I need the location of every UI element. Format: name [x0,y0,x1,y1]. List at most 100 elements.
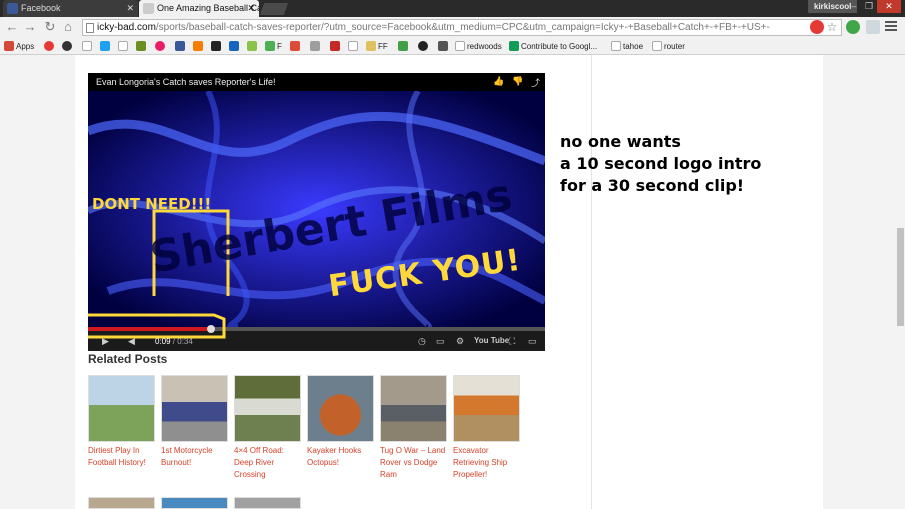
bookmark-item[interactable] [155,40,167,53]
youtube-logo-icon[interactable]: You Tube [474,335,509,347]
post-title-link[interactable]: 1st Motorcycle Burnout! [161,445,228,469]
captions-icon[interactable]: ▭ [436,335,445,347]
extension-icon[interactable] [810,20,824,34]
bookmark-item[interactable] [82,40,94,53]
related-posts-heading: Related Posts [88,352,168,366]
page-info-icon[interactable] [86,23,94,33]
note-line: a 10 second logo intro [560,154,762,173]
bookmark-item[interactable] [247,40,259,53]
watch-later-icon[interactable]: ◷ [418,335,426,347]
play-icon[interactable]: ▶ [102,335,109,347]
minimize-button[interactable]: – [847,0,861,13]
maximize-button[interactable]: ❐ [862,0,876,13]
time-display: 0:09 / 0:34 [155,337,193,346]
thumbs-up-icon[interactable]: 👍 [493,76,504,87]
scrollbar-thumb[interactable] [897,228,904,326]
tab-title: One Amazing Baseball Catc [157,3,259,13]
post-thumbnail[interactable] [88,375,155,442]
bookmark-icon [330,41,340,51]
related-post-card[interactable]: 1st Motorcycle Burnout! [161,375,228,469]
handwritten-note: no one wants a 10 second logo intro for … [560,131,761,197]
bookmark-item[interactable] [193,40,205,53]
bookmark-item[interactable] [62,40,74,53]
bookmark-item[interactable]: FF [366,40,388,53]
bookmark-icon [418,41,428,51]
thumbs-down-icon[interactable]: 👎 [512,76,523,87]
related-post-card[interactable]: Excavator Retrieving Ship Propeller! [453,375,520,481]
bookmark-item[interactable] [44,40,56,53]
bookmark-item[interactable] [438,40,450,53]
bookmark-item[interactable] [118,40,130,53]
close-icon[interactable]: ✕ [126,0,134,17]
bookmark-item[interactable] [398,40,410,53]
bookmark-redwoods[interactable]: redwoods [455,40,502,53]
related-post-card[interactable]: Kayaker Hooks Octopus! [307,375,374,469]
address-bar[interactable]: icky-bad.com/sports/baseball-catch-saves… [82,19,842,36]
android-icon [247,41,257,51]
bookmark-contribute[interactable]: Contribute to Googl... [509,40,597,53]
reload-icon[interactable]: ↻ [42,19,58,35]
cast-icon[interactable] [866,20,880,34]
facebook-icon [7,3,18,14]
post-thumbnail[interactable] [88,497,155,509]
note-line: for a 30 second clip! [560,176,745,195]
facebook-icon [175,41,185,51]
bookmark-item[interactable] [229,40,241,53]
post-title-link[interactable]: Excavator Retrieving Ship Propeller! [453,445,520,481]
bookmark-tahoe[interactable]: tahoe [611,40,643,53]
back-arrow-icon[interactable]: ← [4,19,20,35]
new-tab-button[interactable] [259,3,289,15]
bookmark-icon [438,41,448,51]
bookmark-router[interactable]: router [652,40,685,53]
related-post-card[interactable]: Dirtiest Play In Football History! [88,375,155,469]
google-sheets-icon [509,41,519,51]
bookmark-item[interactable] [418,40,430,53]
bookmark-star-icon[interactable]: ☆ [824,19,840,35]
bookmark-icon [62,41,72,51]
bookmark-icon [82,41,92,51]
post-thumbnail[interactable] [161,375,228,442]
close-icon[interactable]: ✕ [247,0,255,17]
page-icon [611,41,621,51]
related-post-card[interactable]: 4×4 Off Road: Deep River Crossing [234,375,301,481]
bookmark-item[interactable] [211,40,223,53]
google-plus-icon [290,41,300,51]
menu-icon[interactable] [885,21,897,33]
bookmark-item[interactable] [310,40,322,53]
settings-gear-icon[interactable]: ⚙ [456,335,464,347]
video-frame[interactable]: Sherbert Films DONT NEED!!! FUCK YOU! [88,91,545,327]
share-icon[interactable]: ⤴ [531,76,540,89]
post-title-link[interactable]: Tug O War – Land Rover vs Dodge Ram [380,445,447,481]
post-title-link[interactable]: Dirtiest Play In Football History! [88,445,155,469]
post-thumbnail[interactable] [307,375,374,442]
home-icon[interactable]: ⌂ [60,19,76,35]
fullscreen-icon[interactable]: ⛶ [509,335,515,347]
post-thumbnail[interactable] [161,497,228,509]
post-thumbnail[interactable] [234,375,301,442]
bookmark-item[interactable] [100,40,112,53]
tab-facebook[interactable]: Facebook ✕ [3,0,138,17]
volume-icon[interactable]: ◀ [128,335,135,347]
evernote-icon[interactable] [846,20,860,34]
bookmark-item[interactable] [348,40,360,53]
bookmark-item[interactable] [136,40,148,53]
post-title-link[interactable]: 4×4 Off Road: Deep River Crossing [234,445,301,481]
bookmark-icon [398,41,408,51]
folder-icon [366,41,376,51]
post-thumbnail[interactable] [234,497,301,509]
post-title-link[interactable]: Kayaker Hooks Octopus! [307,445,374,469]
post-thumbnail[interactable] [453,375,520,442]
close-window-button[interactable]: ✕ [877,0,901,13]
cast-icon[interactable]: ▭ [528,335,537,347]
bookmark-item[interactable] [290,40,302,53]
bookmark-item[interactable] [330,40,342,53]
forward-arrow-icon[interactable]: → [22,19,38,35]
bookmark-apps[interactable]: Apps [4,40,34,53]
video-player[interactable]: Sherbert Films DONT NEED!!! FUCK YOU! Ev… [88,73,545,351]
bookmark-item[interactable]: F [265,40,282,53]
post-thumbnail[interactable] [380,375,447,442]
tab-current[interactable]: One Amazing Baseball Catc ✕ [139,0,259,17]
video-title[interactable]: Evan Longoria's Catch saves Reporter's L… [96,77,276,87]
related-post-card[interactable]: Tug O War – Land Rover vs Dodge Ram [380,375,447,481]
bookmark-item[interactable] [175,40,187,53]
